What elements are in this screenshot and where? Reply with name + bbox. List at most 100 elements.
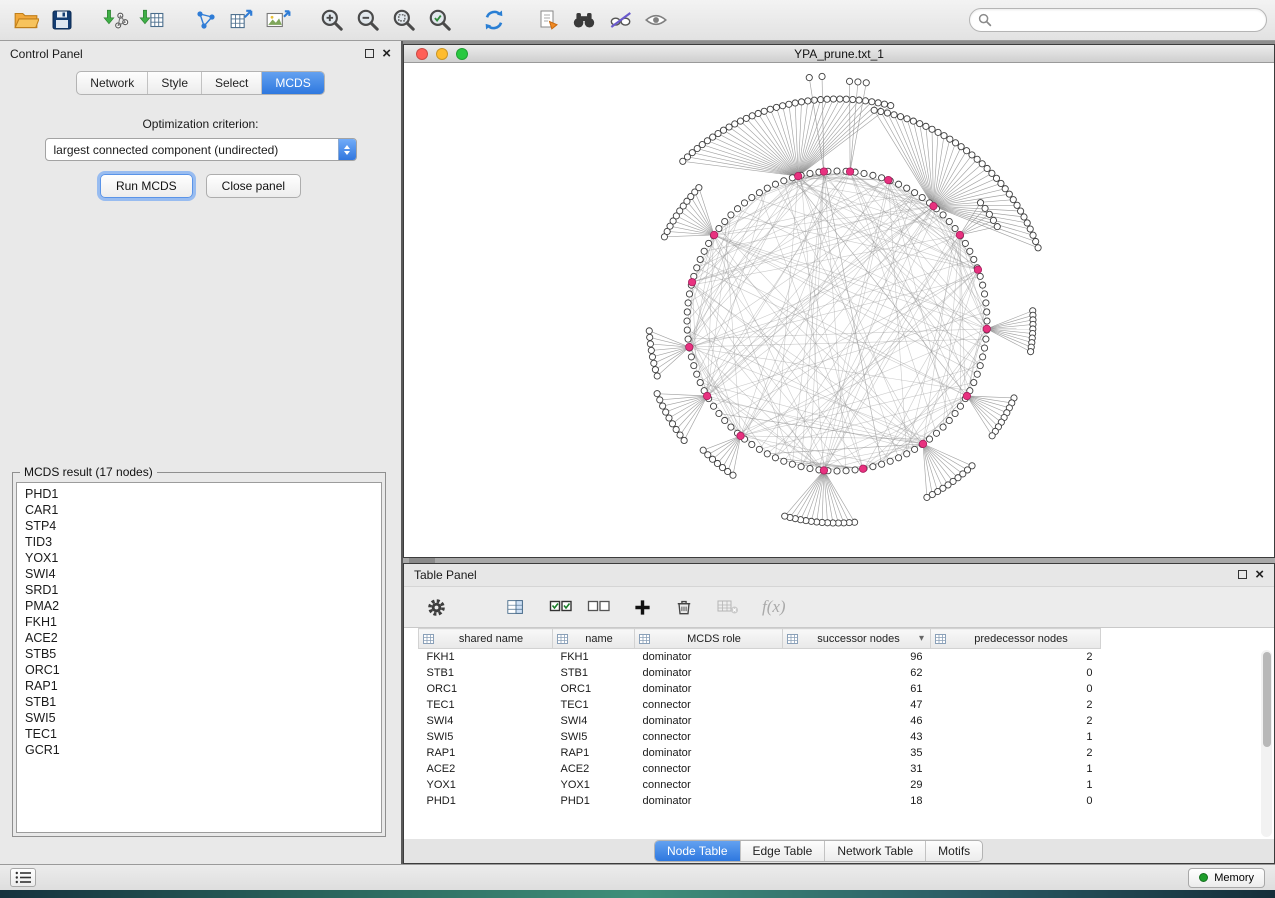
trash-icon [674, 597, 694, 617]
mcds-result-item[interactable]: PMA2 [17, 598, 381, 614]
mcds-result-item[interactable]: SRD1 [17, 582, 381, 598]
tab-node-table[interactable]: Node Table [655, 841, 741, 861]
float-table-panel-button[interactable] [1238, 568, 1247, 582]
control-panel-title: Control Panel [10, 47, 83, 61]
table-settings-button[interactable] [426, 591, 447, 623]
column-grid-icon [423, 634, 434, 644]
table-row[interactable]: RAP1 RAP1 dominator 35 2 [419, 745, 1101, 761]
table-row[interactable]: YOX1 YOX1 connector 29 1 [419, 777, 1101, 793]
close-panel-button-text[interactable]: Close panel [206, 174, 301, 198]
column-grid-icon [557, 634, 568, 644]
float-icon [365, 49, 374, 58]
gear-icon [426, 597, 447, 618]
mcds-result-item[interactable]: TEC1 [17, 726, 381, 742]
show-columns-button[interactable] [505, 591, 527, 623]
float-panel-button[interactable] [365, 47, 374, 61]
tab-style[interactable]: Style [148, 72, 202, 94]
show-hide-button[interactable] [638, 2, 674, 38]
deselect-all-rows-button[interactable] [587, 591, 611, 623]
search-input[interactable] [998, 13, 1258, 27]
task-history-button[interactable] [10, 868, 36, 887]
delete-column-button[interactable] [674, 591, 694, 623]
float-icon [1238, 570, 1247, 579]
table-row[interactable]: ACE2 ACE2 connector 31 1 [419, 761, 1101, 777]
mcds-result-item[interactable]: STP4 [17, 518, 381, 534]
copy-document-button[interactable] [530, 2, 566, 38]
column-grid-icon [639, 634, 650, 644]
col-header-predecessor-nodes[interactable]: predecessor nodes [931, 629, 1101, 649]
mcds-result-item[interactable]: ORC1 [17, 662, 381, 678]
plus-icon [633, 598, 652, 617]
table-scrollbar-thumb[interactable] [1263, 652, 1271, 747]
export-table-button[interactable] [224, 2, 260, 38]
criterion-dropdown[interactable]: largest connected component (undirected) [45, 138, 357, 161]
mcds-result-item[interactable]: SWI4 [17, 566, 381, 582]
mcds-result-item[interactable]: GCR1 [17, 742, 381, 758]
memory-status-icon [1199, 873, 1208, 882]
mcds-result-item[interactable]: ACE2 [17, 630, 381, 646]
open-file-button[interactable] [8, 2, 44, 38]
function-builder-button[interactable]: f(x) [762, 591, 786, 623]
import-table-icon [139, 7, 165, 33]
find-button[interactable] [566, 2, 602, 38]
zoom-fit-button[interactable] [386, 2, 422, 38]
run-mcds-button[interactable]: Run MCDS [100, 174, 193, 198]
tab-network[interactable]: Network [77, 72, 148, 94]
col-header-shared-name[interactable]: shared name [419, 629, 553, 649]
mcds-result-item[interactable]: RAP1 [17, 678, 381, 694]
col-header-mcds-role[interactable]: MCDS role [635, 629, 783, 649]
mcds-result-item[interactable]: YOX1 [17, 550, 381, 566]
import-network-button[interactable] [98, 2, 134, 38]
network-titlebar: YPA_prune.txt_1 [404, 45, 1274, 63]
close-table-panel-button[interactable]: × [1255, 570, 1264, 580]
select-all-rows-button[interactable] [549, 591, 573, 623]
table-row[interactable]: FKH1 FKH1 dominator 96 2 [419, 649, 1101, 665]
export-image-icon [265, 7, 291, 33]
share-network-button[interactable] [188, 2, 224, 38]
right-side: YPA_prune.txt_1 Table Panel × [403, 41, 1275, 864]
col-header-successor-nodes[interactable]: successor nodes ▾ [783, 629, 931, 649]
close-panel-button[interactable]: × [382, 49, 391, 59]
tab-mcds[interactable]: MCDS [262, 72, 323, 94]
zoom-in-button[interactable] [314, 2, 350, 38]
table-scrollbar[interactable] [1261, 650, 1272, 837]
clear-table-button-disabled[interactable] [716, 591, 740, 623]
table-row[interactable]: ORC1 ORC1 dominator 61 0 [419, 681, 1101, 697]
network-canvas-svg[interactable] [404, 63, 1274, 557]
memory-button[interactable]: Memory [1188, 868, 1265, 888]
table-row[interactable]: TEC1 TEC1 connector 47 2 [419, 697, 1101, 713]
tab-network-table[interactable]: Network Table [825, 841, 926, 861]
table-row[interactable]: SWI4 SWI4 dominator 46 2 [419, 713, 1101, 729]
network-window-title: YPA_prune.txt_1 [404, 47, 1274, 61]
share-network-icon [194, 8, 218, 32]
table-row[interactable]: PHD1 PHD1 dominator 18 0 [419, 793, 1101, 809]
table-row[interactable]: SWI5 SWI5 connector 43 1 [419, 729, 1101, 745]
mcds-result-item[interactable]: SWI5 [17, 710, 381, 726]
select-all-icon [549, 598, 573, 616]
table-row[interactable]: STB1 STB1 dominator 62 0 [419, 665, 1101, 681]
export-image-button[interactable] [260, 2, 296, 38]
zoom-selected-button[interactable] [422, 2, 458, 38]
refresh-layout-button[interactable] [476, 2, 512, 38]
save-session-button[interactable] [44, 2, 80, 38]
deselect-all-icon [587, 598, 611, 616]
copy-document-icon [536, 8, 560, 32]
mcds-result-item[interactable]: TID3 [17, 534, 381, 550]
col-header-name[interactable]: name [553, 629, 635, 649]
mcds-result-item[interactable]: CAR1 [17, 502, 381, 518]
sort-desc-icon[interactable]: ▾ [919, 633, 924, 644]
tab-motifs[interactable]: Motifs [926, 841, 982, 861]
mcds-result-item[interactable]: STB1 [17, 694, 381, 710]
zoom-out-button[interactable] [350, 2, 386, 38]
tab-select[interactable]: Select [202, 72, 262, 94]
control-panel: Control Panel × Network Style Select MCD… [0, 41, 401, 864]
table-header-row: shared name name MCDS role successor n [419, 629, 1101, 649]
mcds-result-item[interactable]: PHD1 [17, 486, 381, 502]
tab-edge-table[interactable]: Edge Table [741, 841, 826, 861]
mcds-result-groupbox: MCDS result (17 nodes) PHD1CAR1STP4TID3Y… [12, 465, 386, 837]
create-column-button[interactable] [633, 591, 652, 623]
mcds-result-item[interactable]: STB5 [17, 646, 381, 662]
mcds-result-item[interactable]: FKH1 [17, 614, 381, 630]
import-table-button[interactable] [134, 2, 170, 38]
graphics-details-button[interactable] [602, 2, 638, 38]
